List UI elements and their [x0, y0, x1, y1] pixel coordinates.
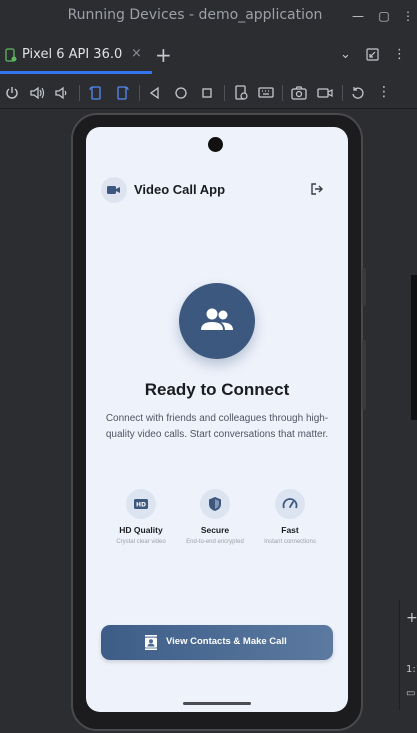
home-icon[interactable]: [172, 84, 190, 102]
toolbar-separator: [224, 85, 225, 101]
add-tab-icon[interactable]: +: [155, 43, 172, 67]
speed-icon: [275, 489, 305, 519]
toolbar-separator: [139, 85, 140, 101]
phone-side-button: [362, 340, 366, 410]
zoom-ratio-label[interactable]: 1:1: [406, 664, 417, 675]
shield-icon: [200, 489, 230, 519]
fit-screen-icon[interactable]: ▭: [406, 688, 415, 699]
power-icon[interactable]: [3, 84, 21, 102]
feature-name: HD Quality: [119, 525, 163, 535]
device-toolbar: ⋮: [0, 77, 417, 109]
device-tabbar: Pixel 6 API 36.0 × + ⌄ ⋮: [0, 38, 417, 74]
more-icon[interactable]: ⋮: [393, 47, 406, 62]
device-screen: Video Call App Ready to Connect Connect …: [86, 127, 348, 712]
feature-name: Secure: [200, 525, 230, 535]
rotate-left-icon[interactable]: [87, 84, 105, 102]
zoom-controls: + 1:1 ▭: [399, 600, 417, 710]
tab-active-indicator: [0, 71, 152, 74]
view-contacts-label: View Contacts & Make Call: [166, 636, 287, 647]
volume-down-icon[interactable]: [53, 84, 71, 102]
feature-subtitle: Instant connections: [264, 539, 316, 545]
reset-icon[interactable]: [349, 84, 367, 102]
device-settings-icon[interactable]: [232, 84, 250, 102]
app-title: Video Call App: [134, 182, 226, 197]
maximize-icon[interactable]: ▢: [376, 8, 392, 24]
feature-hd-quality: HD HD Quality Crystal clear video: [104, 487, 178, 557]
keyboard-icon[interactable]: [257, 84, 275, 102]
toolbar-separator: [282, 85, 283, 101]
view-contacts-button[interactable]: View Contacts & Make Call: [101, 625, 333, 660]
close-icon[interactable]: ×: [131, 46, 142, 61]
headline: Ready to Connect: [144, 380, 290, 399]
svg-text:HD: HD: [136, 502, 146, 509]
feature-fast: Fast Instant connections: [253, 487, 327, 557]
toolbar-separator: [79, 85, 80, 101]
front-camera: [208, 137, 223, 152]
back-icon[interactable]: [146, 84, 164, 102]
feature-secure: Secure End-to-end encrypted: [178, 487, 252, 557]
side-panel-preview: [411, 275, 417, 420]
overview-icon[interactable]: [198, 84, 216, 102]
more-icon[interactable]: ⋮: [375, 84, 393, 102]
tab-label: Pixel 6 API 36.0: [22, 47, 123, 62]
gesture-nav-bar[interactable]: [183, 702, 251, 705]
rotate-right-icon[interactable]: [113, 84, 131, 102]
logout-icon[interactable]: [308, 180, 326, 198]
tab-pixel-6[interactable]: Pixel 6 API 36.0 ×: [0, 38, 152, 74]
more-icon[interactable]: ⋮: [400, 8, 416, 24]
window-title: Running Devices - demo_application: [67, 7, 323, 23]
hd-icon: HD: [126, 489, 156, 519]
toolbar-separator: [342, 85, 343, 101]
zoom-in-icon[interactable]: +: [406, 610, 417, 626]
chevron-down-icon[interactable]: ⌄: [340, 47, 351, 62]
volume-up-icon[interactable]: [28, 84, 46, 102]
screen-record-icon[interactable]: [316, 84, 334, 102]
window-titlebar: Running Devices - demo_application — ▢ ⋮: [0, 0, 417, 32]
app-bar: Video Call App: [86, 172, 348, 208]
phone-side-button: [362, 268, 366, 306]
feature-subtitle: End-to-end encrypted: [186, 539, 244, 545]
feature-name: Fast: [281, 525, 299, 535]
screenshot-icon[interactable]: [290, 84, 308, 102]
device-icon: [5, 48, 17, 62]
minimize-icon[interactable]: —: [350, 8, 366, 24]
people-hero-icon: [179, 283, 255, 359]
status-bar: [86, 127, 348, 157]
contacts-icon: [145, 635, 157, 650]
collapse-icon[interactable]: [366, 48, 379, 65]
video-camera-icon: [101, 177, 127, 203]
description: Connect with friends and colleagues thro…: [105, 413, 329, 440]
